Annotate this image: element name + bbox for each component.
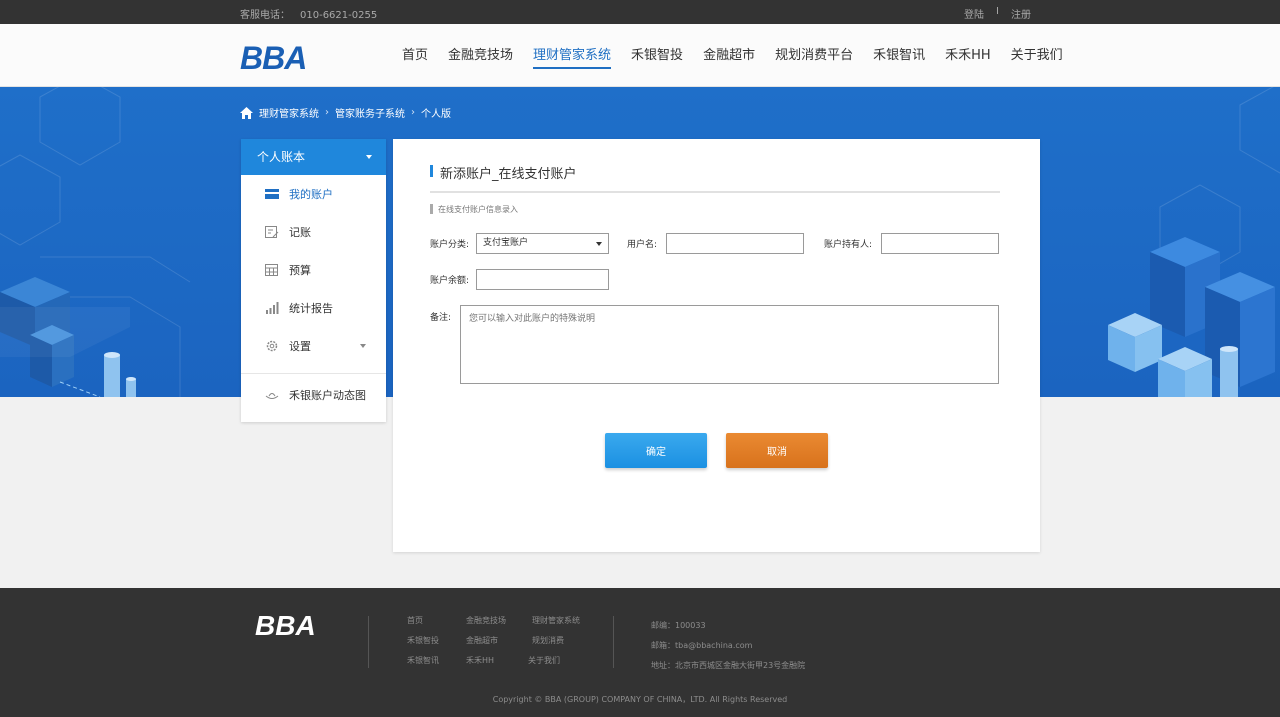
phone-number: 010-6621-0255	[300, 10, 378, 21]
caret-down-icon	[360, 344, 366, 348]
footer-link-arena[interactable]: 金融竞技场	[466, 615, 506, 626]
sidebar-item-label: 设置	[289, 340, 311, 353]
cancel-button[interactable]: 取消	[726, 433, 828, 468]
nav-hh[interactable]: 禾禾HH	[935, 24, 1001, 87]
footer-link-planning[interactable]: 规划消费	[532, 635, 564, 646]
nav-finance-market[interactable]: 金融超市	[693, 24, 765, 87]
holder-label: 账户持有人:	[824, 240, 873, 250]
site-header: BBA 首页 金融竞技场 理财管家系统 禾银智投 金融超市 规划消费平台 禾银智…	[0, 24, 1280, 87]
footer-link-smart-invest[interactable]: 禾银智投	[407, 635, 439, 646]
username-input[interactable]	[666, 233, 804, 254]
sidebar: 个人账本 我的账户 记账 预算 统计报告 设置 禾银账户动态图	[241, 139, 386, 422]
form-title: 新添账户_在线支付账户	[430, 163, 577, 182]
account-type-label: 账户分类:	[430, 240, 470, 250]
footer-divider	[368, 616, 369, 668]
note-textarea[interactable]	[460, 305, 999, 384]
sidebar-header-personal-book[interactable]: 个人账本	[241, 139, 386, 175]
nav-news[interactable]: 禾银智讯	[863, 24, 935, 87]
sidebar-item-bookkeeping[interactable]: 记账	[241, 213, 386, 251]
sidebar-divider	[241, 373, 386, 374]
sidebar-item-label: 记账	[289, 226, 311, 239]
nav-smart-invest[interactable]: 禾银智投	[621, 24, 693, 87]
footer-link-about[interactable]: 关于我们	[528, 655, 560, 666]
top-bar: 客服电话： 010-6621-0255 登陆 I 注册	[0, 0, 1280, 24]
footer-link-finance-market[interactable]: 金融超市	[466, 635, 498, 646]
brand-logo[interactable]: BBA	[240, 40, 307, 77]
balance-label: 账户余额:	[430, 276, 470, 286]
gear-icon	[266, 340, 278, 352]
confirm-button[interactable]: 确定	[605, 433, 707, 468]
login-link[interactable]: 登陆	[964, 6, 984, 21]
footer-logo: BBA	[255, 610, 316, 641]
breadcrumb: 理财管家系统 › 管家账务子系统 › 个人版	[240, 105, 451, 120]
footer-contact: 邮编：100033 邮箱：tba@bbachina.com 地址：北京市西城区金…	[651, 616, 805, 676]
main-nav: 首页 金融竞技场 理财管家系统 禾银智投 金融超市 规划消费平台 禾银智讯 禾禾…	[396, 24, 1073, 87]
breadcrumb-current: 个人版	[421, 109, 451, 120]
sidebar-item-label: 预算	[289, 264, 311, 277]
form-subtitle: 在线支付账户信息录入	[430, 204, 518, 215]
site-footer: BBA 首页 金融竞技场 理财管家系统 禾银智投 金融超市 规划消费 禾银智讯 …	[0, 588, 1280, 717]
chevron-right-icon: ›	[325, 107, 329, 118]
sidebar-item-account-dynamics[interactable]: 禾银账户动态图	[241, 376, 386, 414]
nav-wealth-system[interactable]: 理财管家系统	[523, 24, 621, 87]
sidebar-item-my-account[interactable]: 我的账户	[241, 175, 386, 213]
caret-down-icon	[596, 242, 602, 246]
lotus-icon	[265, 393, 279, 399]
calculator-icon	[265, 264, 278, 276]
breadcrumb-accounting-subsystem[interactable]: 管家账务子系统	[335, 105, 405, 120]
footer-link-wealth-system[interactable]: 理财管家系统	[532, 615, 580, 626]
nav-arena[interactable]: 金融竞技场	[438, 24, 523, 87]
auth-separator: I	[996, 6, 999, 17]
register-link[interactable]: 注册	[1011, 6, 1031, 21]
copyright: Copyright © BBA (GROUP) COMPANY OF CHINA…	[492, 695, 788, 704]
breadcrumb-wealth-system[interactable]: 理财管家系统	[259, 105, 319, 120]
sidebar-item-settings[interactable]: 设置	[241, 327, 386, 365]
footer-link-home[interactable]: 首页	[407, 615, 423, 626]
home-icon[interactable]	[240, 106, 253, 119]
sidebar-item-label: 禾银账户动态图	[289, 389, 366, 402]
title-divider	[430, 191, 1000, 193]
holder-input[interactable]	[881, 233, 999, 254]
footer-link-news[interactable]: 禾银智讯	[407, 655, 439, 666]
account-type-select[interactable]: 支付宝账户	[476, 233, 609, 254]
sidebar-item-label: 我的账户	[289, 188, 333, 201]
nav-home[interactable]: 首页	[396, 24, 438, 87]
sidebar-item-report[interactable]: 统计报告	[241, 289, 386, 327]
nav-planning-platform[interactable]: 规划消费平台	[765, 24, 863, 87]
footer-email: 邮箱：tba@bbachina.com	[651, 641, 753, 650]
bar-chart-icon	[266, 302, 279, 314]
footer-postcode: 邮编：100033	[651, 621, 706, 630]
balance-input[interactable]	[476, 269, 609, 290]
sidebar-header-label: 个人账本	[257, 150, 306, 164]
sidebar-item-label: 统计报告	[289, 302, 333, 315]
edit-icon	[265, 226, 279, 238]
username-label: 用户名:	[627, 240, 658, 250]
chevron-right-icon: ›	[411, 107, 415, 118]
footer-address: 地址：北京市西城区金融大街甲23号金融院	[651, 661, 806, 670]
auth-links: 登陆 I 注册	[964, 6, 1031, 21]
account-type-value: 支付宝账户	[483, 238, 529, 248]
add-account-form: 新添账户_在线支付账户 在线支付账户信息录入 账户分类: 支付宝账户 用户名: …	[393, 139, 1040, 552]
service-phone: 客服电话： 010-6621-0255	[240, 6, 377, 21]
caret-down-icon	[366, 155, 372, 159]
footer-link-hh[interactable]: 禾禾HH	[466, 655, 494, 666]
nav-about[interactable]: 关于我们	[1001, 24, 1073, 87]
footer-divider	[613, 616, 614, 668]
sidebar-item-budget[interactable]: 预算	[241, 251, 386, 289]
note-label: 备注:	[430, 313, 452, 323]
card-icon	[265, 189, 279, 199]
phone-label: 客服电话：	[240, 10, 290, 21]
